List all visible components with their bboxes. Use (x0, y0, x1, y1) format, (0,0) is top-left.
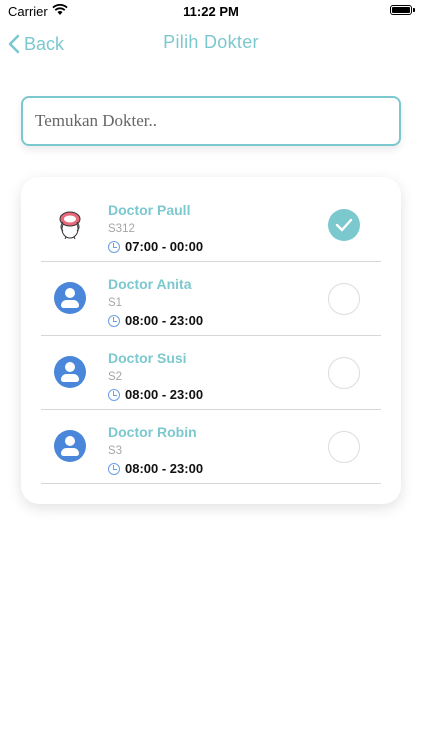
doctor-name: Doctor Robin (108, 424, 197, 440)
clock-icon (108, 314, 120, 327)
doctor-name: Doctor Anita (108, 276, 192, 292)
list-item-doctor-anita[interactable]: Doctor Anita S1 08:00 - 23:00 (41, 262, 381, 336)
doctor-code: S1 (108, 297, 123, 309)
doctor-name: Doctor Paull (108, 202, 191, 218)
clock-icon (108, 388, 120, 401)
doctor-code: S2 (108, 371, 123, 383)
doctor-hours: 08:00 - 23:00 (108, 387, 203, 402)
select-radio[interactable] (328, 431, 360, 463)
navigation-bar: Back Pilih Dokter (0, 24, 422, 64)
battery-icon (390, 5, 415, 15)
list-item-doctor-paull[interactable]: Doctor Paull S312 07:00 - 00:00 (41, 188, 381, 262)
doctor-list: Doctor Paull S312 07:00 - 00:00 Doctor A… (21, 177, 401, 504)
user-avatar-icon (54, 430, 86, 462)
search-input[interactable] (23, 98, 399, 144)
clock-icon (108, 240, 120, 253)
doctor-hours-text: 08:00 - 23:00 (125, 387, 204, 402)
clock-icon (108, 462, 120, 475)
selected-checkbox[interactable] (328, 209, 360, 241)
doctor-hours-text: 08:00 - 23:00 (125, 313, 204, 328)
doctor-name: Doctor Susi (108, 350, 187, 366)
doctor-avatar-image (54, 208, 86, 240)
doctor-code: S3 (108, 445, 123, 457)
select-radio[interactable] (328, 283, 360, 315)
doctor-hours: 08:00 - 23:00 (108, 461, 203, 476)
list-item-doctor-robin[interactable]: Doctor Robin S3 08:00 - 23:00 (41, 410, 381, 484)
status-time: 11:22 PM (183, 4, 239, 19)
status-bar: Carrier 11:22 PM (0, 0, 422, 22)
doctor-hours-text: 08:00 - 23:00 (125, 461, 204, 476)
list-item-doctor-susi[interactable]: Doctor Susi S2 08:00 - 23:00 (41, 336, 381, 410)
user-avatar-icon (54, 282, 86, 314)
doctor-hours-text: 07:00 - 00:00 (125, 239, 204, 254)
doctor-code: S312 (108, 223, 135, 235)
doctor-hours: 08:00 - 23:00 (108, 313, 203, 328)
select-radio[interactable] (328, 357, 360, 389)
search-box (21, 96, 401, 146)
doctor-hours: 07:00 - 00:00 (108, 239, 203, 254)
user-avatar-icon (54, 356, 86, 388)
page-title: Pilih Dokter (163, 32, 259, 52)
checkmark-icon (335, 218, 353, 232)
